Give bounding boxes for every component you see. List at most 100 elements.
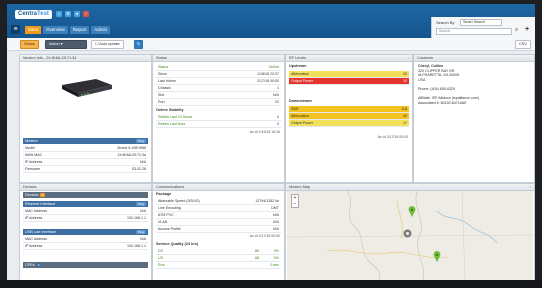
row-key: MAC Address [25,237,47,241]
row-key: Attenuation [291,114,310,118]
table-row: Reinits Last Hour 0 [156,121,281,128]
row-value: 0% [273,256,279,260]
table-row: Chassis 1 [156,85,281,92]
row-key: WAN MAC [25,153,43,157]
row-key: Attainable Speed (DS/US) [158,199,200,203]
row-key: Access Profile [158,227,181,231]
row-key: Output Power [291,79,313,83]
panel-title: Status [153,55,284,62]
row-value: 0 [277,115,279,119]
row-value: N/A [140,160,146,164]
row-value: 22 [275,100,279,104]
tab-report[interactable]: Report [69,26,90,34]
table-row: Errs 0 sec [156,262,281,269]
table-row: IP Address N/A [23,159,148,166]
group-name: USB Lan Interface [25,230,57,234]
search-type-select[interactable]: Smart Search [460,19,502,26]
customer-info: Cheryl, Collins 320 CLIPPER BAY DR ALPHA… [418,64,479,105]
row-key: VLAN [158,220,168,224]
search-input[interactable]: Search [436,28,512,35]
tab-overview[interactable]: Overview [43,26,68,34]
top-bar: CentraTest ⌂ ⚙ ● ! ≡ Sites Overview Repo… [7,4,535,38]
logo-text-1: Centra [18,11,38,17]
zoom-controls: + − [291,194,299,208]
user-icon[interactable]: ● [74,11,80,17]
zoom-out-button[interactable]: − [292,201,298,207]
table-row: Attenuation 25 [289,71,409,78]
status-button[interactable]: Status [20,40,39,49]
app-logo[interactable]: CentraTest [15,10,52,19]
row-value: 0% [273,249,279,253]
map-pin-icon[interactable] [433,251,441,262]
search-icon[interactable]: ⌕ [515,27,518,34]
table-row: Output Power 10 [289,78,409,85]
group-header: Ethernet Interface Ping [23,201,148,207]
menu-icon[interactable]: ≡ [11,25,20,34]
row-key: Errs [158,263,165,267]
row-value: DMT [271,206,279,210]
row-key: US [158,256,163,260]
table-row: IP Address 192.168.1.1 [23,243,148,250]
table-row: MAC Address N/A [23,208,148,215]
table-row: ATM PVC N/A [156,212,281,219]
alert-icon[interactable]: ! [83,11,89,17]
row-key: Reinits Last 24 Hours [158,115,193,119]
cpes-count-badge: 0 [35,263,42,267]
row-key: Output Power [291,121,313,125]
row-value: 43 [403,114,407,118]
plus-icon[interactable]: + [525,26,529,33]
upstream-heading: Upstream [289,64,307,68]
home-icon[interactable]: ⌂ [56,11,62,17]
as-of-timestamp: As of 2/17/18 00:00 [377,135,408,139]
communications-panel: Communications Package Attainable Speed … [152,183,285,280]
tab-sites[interactable]: Sites [25,26,42,34]
row-value: 6.8 [402,107,407,111]
modem-location-icon[interactable] [403,229,412,238]
table-row: IP Address 192.168.1.1 [23,215,148,222]
table-row: Model Zhone 6-498 W88 [23,145,148,152]
table-row: Output Power 17 [289,120,409,127]
ping-button[interactable]: Ping [135,139,146,143]
panel-title: RF Levels ▫ [286,55,412,62]
row-value: 17 [403,121,407,125]
map-pin-icon[interactable] [408,206,416,217]
row-value: 25 [403,72,407,76]
ping-button[interactable]: Ping [135,202,146,206]
row-key: Since [158,72,167,76]
table-row: SNR 6.8 [289,106,409,113]
csv-button[interactable]: CSV [515,40,531,49]
table-row: US 88 0% [156,255,281,262]
expand-icon[interactable]: ▫ [530,184,531,190]
row-key: Firmware [25,167,40,171]
row-key: SNR [291,107,299,111]
as-of-timestamp: As of 1/19/18 16:26 [249,130,280,134]
devices-panel: Devices Devices 2 Ethernet Interface Ping… [19,183,152,280]
row-value: 10 [403,79,407,83]
expand-icon[interactable]: ▫ [408,55,409,61]
logo-text-2: Test [37,11,49,17]
modem-section-header: Modem Ping [23,138,148,144]
status-panel: Status Status Online Since 1/18/18 22:37 L… [152,54,285,183]
row-value: S3.02.28 [131,167,146,171]
table-row: Since 1/18/18 22:37 [156,71,281,78]
status-online-value: Online [268,65,279,69]
panel-title: Devices [20,184,151,191]
table-row: Slot N/A [156,92,281,99]
auto-update-toggle[interactable]: ☐ Auto update [91,40,124,49]
row-value: N/A [273,227,279,231]
panel-title: Modem Info - 24:f8:8A:29:71:34 [20,55,151,62]
refresh-icon[interactable]: ↻ [134,40,143,49]
map-canvas[interactable]: + − [286,190,534,280]
panel-title-text: Modem Map [289,185,311,189]
settings-icon[interactable]: ⚙ [65,11,71,17]
nav-tabs: Sites Overview Report Admin [25,26,111,34]
ping-button[interactable]: Ping [135,230,146,234]
row-key: Port [158,100,165,104]
row-key: ATM PVC [158,213,174,217]
table-row: DS 86 0% [156,248,281,255]
customer-panel: Customer Cheryl, Collins 320 CLIPPER BAY… [413,54,535,183]
action-dropdown[interactable]: Action ▾ [45,40,87,49]
row-value: 192.168.1.1 [127,244,146,248]
table-row: Last Inform 2/17/18 00:00 [156,78,281,85]
tab-admin[interactable]: Admin [91,26,111,34]
